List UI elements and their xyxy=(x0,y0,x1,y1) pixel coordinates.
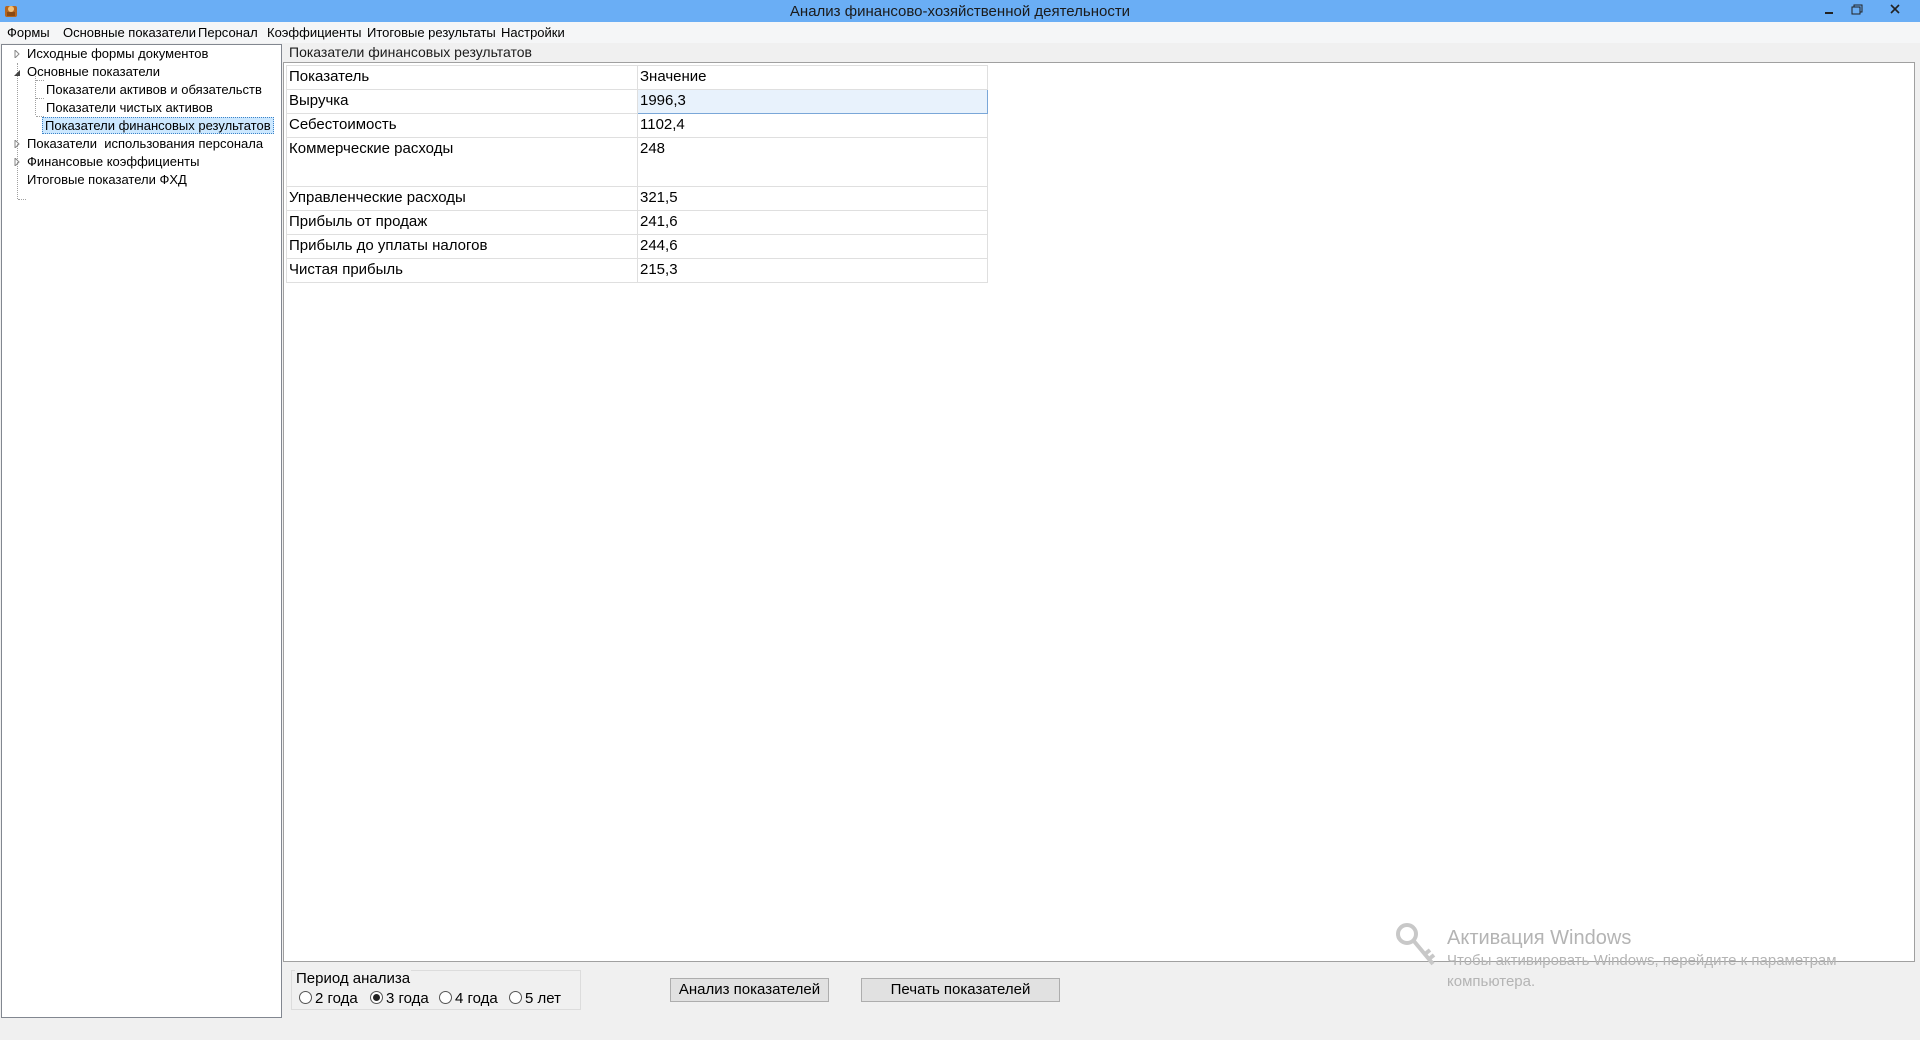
tree-item-net-assets[interactable]: Показатели чистых активов xyxy=(2,99,279,117)
tree-connector xyxy=(18,199,26,200)
grid-cell-indicator[interactable]: Коммерческие расходы xyxy=(286,137,638,187)
expand-arrow-icon[interactable] xyxy=(14,50,20,58)
table-row[interactable]: Выручка 1996,3 xyxy=(286,89,988,114)
activation-watermark-text: компьютера. xyxy=(1447,973,1536,990)
radio-icon[interactable] xyxy=(299,991,312,1004)
table-row[interactable]: Прибыль от продаж 241,6 xyxy=(286,210,988,235)
tree-item-label: Итоговые показатели ФХД xyxy=(27,172,187,187)
grid-cell-indicator[interactable]: Прибыль до уплаты налогов xyxy=(286,234,638,259)
grid-cell-value[interactable]: 241,6 xyxy=(637,210,988,235)
group-title: Показатели финансовых результатов xyxy=(289,44,532,60)
activation-watermark-text: Чтобы активировать Windows, перейдите к … xyxy=(1447,952,1837,969)
tree-item-label: Исходные формы документов xyxy=(27,46,209,61)
tree-item-label: Показатели чистых активов xyxy=(46,100,213,115)
tree-item-final-indicators[interactable]: Итоговые показатели ФХД xyxy=(2,171,279,189)
period-option-5-years[interactable]: 5 лет xyxy=(509,990,561,1008)
period-option-4-years[interactable]: 4 года xyxy=(439,990,498,1008)
tree-item-label: Показатели активов и обязательств xyxy=(46,82,262,97)
expand-arrow-icon[interactable] xyxy=(14,140,20,148)
menu-main-indicators[interactable]: Основные показатели xyxy=(62,25,197,40)
grid-cell-indicator[interactable]: Себестоимость xyxy=(286,113,638,138)
navigation-tree[interactable]: Исходные формы документов Основные показ… xyxy=(1,44,282,1018)
menu-final-results[interactable]: Итоговые результаты xyxy=(366,25,497,40)
collapse-arrow-icon[interactable] xyxy=(14,68,20,76)
grid-header-indicator[interactable]: Показатель xyxy=(286,65,638,90)
key-icon xyxy=(1396,923,1436,966)
radio-icon[interactable] xyxy=(439,991,452,1004)
window-title: Анализ финансово-хозяйственной деятельно… xyxy=(789,3,1131,20)
indicators-grid[interactable]: Показатель Значение Выручка 1996,3 Себес… xyxy=(286,65,988,283)
tree-item-financial-coefficients[interactable]: Финансовые коэффициенты xyxy=(2,153,279,171)
period-option-2-years[interactable]: 2 года xyxy=(299,990,358,1008)
minimize-button[interactable] xyxy=(1818,2,1840,18)
title-bar: Анализ финансово-хозяйственной деятельно… xyxy=(0,0,1920,22)
tree-item-personnel-usage[interactable]: Показатели использования персонала xyxy=(2,135,279,153)
radio-checked-icon[interactable] xyxy=(370,991,383,1004)
menu-forms[interactable]: Формы xyxy=(6,25,51,40)
table-row[interactable]: Прибыль до уплаты налогов 244,6 xyxy=(286,234,988,259)
tree-item-source-forms[interactable]: Исходные формы документов xyxy=(2,45,279,63)
radio-label: 2 года xyxy=(315,990,358,1007)
radio-label: 5 лет xyxy=(525,990,561,1007)
main-content: Показатель Значение Выручка 1996,3 Себес… xyxy=(283,62,1915,962)
tree-item-financial-results[interactable]: Показатели финансовых результатов xyxy=(2,117,279,135)
tree-item-label: Показатели финансовых результатов xyxy=(42,117,274,134)
table-row[interactable]: Себестоимость 1102,4 xyxy=(286,113,988,138)
table-row[interactable]: Коммерческие расходы 248 xyxy=(286,137,988,187)
grid-header-row: Показатель Значение xyxy=(286,65,988,90)
menu-bar: Формы Основные показатели Персонал Коэфф… xyxy=(0,22,1920,43)
grid-cell-indicator[interactable]: Чистая прибыль xyxy=(286,258,638,283)
tree-item-label: Финансовые коэффициенты xyxy=(27,154,200,169)
grid-cell-value-current[interactable]: 1996,3 xyxy=(637,89,988,114)
tree-item-assets-liabilities[interactable]: Показатели активов и обязательств xyxy=(2,81,279,99)
radio-label: 4 года xyxy=(455,990,498,1007)
table-row[interactable]: Чистая прибыль 215,3 xyxy=(286,258,988,283)
grid-cell-indicator[interactable]: Прибыль от продаж xyxy=(286,210,638,235)
period-option-3-years[interactable]: 3 года xyxy=(370,990,429,1008)
grid-header-value[interactable]: Значение xyxy=(637,65,988,90)
period-group-label: Период анализа xyxy=(295,970,412,987)
analyze-button[interactable]: Анализ показателей xyxy=(670,978,829,1002)
restore-button[interactable] xyxy=(1846,2,1868,18)
expand-arrow-icon[interactable] xyxy=(14,158,20,166)
grid-cell-indicator[interactable]: Управленческие расходы xyxy=(286,186,638,211)
menu-settings[interactable]: Настройки xyxy=(500,25,566,40)
menu-personnel[interactable]: Персонал xyxy=(197,25,259,40)
grid-cell-value[interactable]: 215,3 xyxy=(637,258,988,283)
grid-cell-value[interactable]: 1102,4 xyxy=(637,113,988,138)
tree-item-main-indicators[interactable]: Основные показатели xyxy=(2,63,279,81)
table-row[interactable]: Управленческие расходы 321,5 xyxy=(286,186,988,211)
print-button[interactable]: Печать показателей xyxy=(861,978,1060,1002)
tree-item-label: Показатели использования персонала xyxy=(27,136,264,151)
grid-cell-value[interactable]: 321,5 xyxy=(637,186,988,211)
radio-icon[interactable] xyxy=(509,991,522,1004)
close-button[interactable] xyxy=(1876,2,1914,18)
menu-coefficients[interactable]: Коэффициенты xyxy=(266,25,363,40)
radio-label: 3 года xyxy=(386,990,429,1007)
activation-watermark-title: Активация Windows xyxy=(1447,927,1632,949)
tree-item-label: Основные показатели xyxy=(27,64,160,79)
grid-cell-value[interactable]: 248 xyxy=(637,137,988,187)
grid-cell-value[interactable]: 244,6 xyxy=(637,234,988,259)
grid-cell-indicator[interactable]: Выручка xyxy=(286,89,638,114)
